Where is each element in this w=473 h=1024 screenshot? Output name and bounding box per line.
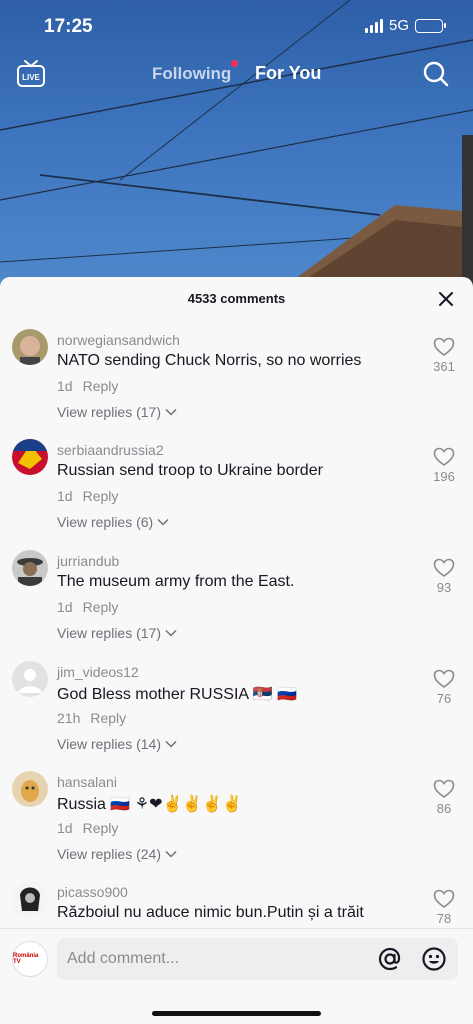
heart-icon	[433, 889, 455, 908]
reply-button[interactable]: Reply	[90, 710, 126, 726]
comment-item: picasso900 Războiul nu aduce nimic bun.P…	[0, 881, 473, 927]
chevron-down-icon	[165, 740, 177, 748]
reply-button[interactable]: Reply	[83, 599, 119, 615]
comment-time: 21h	[57, 710, 81, 726]
avatar[interactable]	[12, 329, 48, 365]
status-time: 17:25	[44, 16, 93, 37]
view-replies-button[interactable]: View replies (17)	[57, 404, 177, 420]
comment-time: 1d	[57, 488, 73, 504]
comment-input-box[interactable]	[57, 938, 458, 980]
network-type: 5G	[388, 17, 409, 34]
comment-input[interactable]	[67, 938, 367, 980]
emoji-icon[interactable]	[421, 946, 447, 972]
comments-sheet: 4533 comments norwegiansandwich NATO sen…	[0, 277, 473, 1024]
status-bar: 17:25 5G	[0, 0, 473, 54]
view-replies-button[interactable]: View replies (17)	[57, 625, 177, 641]
close-icon[interactable]	[437, 290, 455, 308]
comment-username[interactable]: serbiaandrussia2	[57, 442, 164, 458]
top-navigation: LIVE Following For You	[0, 56, 473, 92]
avatar[interactable]	[12, 550, 48, 586]
comment-item: jurriandub The museum army from the East…	[0, 550, 473, 660]
comment-meta: 1d Reply	[57, 820, 118, 836]
view-replies-button[interactable]: View replies (24)	[57, 846, 177, 862]
chevron-down-icon	[165, 629, 177, 637]
comment-item: serbiaandrussia2 Russian send troop to U…	[0, 439, 473, 549]
comments-header: 4533 comments	[0, 277, 473, 321]
comment-text: God Bless mother RUSSIA 🇷🇸 🇷🇺	[57, 686, 297, 703]
avatar[interactable]	[12, 439, 48, 475]
like-count: 86	[436, 801, 452, 816]
notification-dot	[231, 60, 238, 67]
heart-icon	[433, 669, 455, 688]
reply-button[interactable]: Reply	[83, 820, 119, 836]
battery-icon	[415, 18, 446, 33]
comment-username[interactable]: jim_videos12	[57, 664, 139, 680]
view-replies-label: View replies (24)	[57, 846, 162, 862]
live-icon[interactable]: LIVE	[16, 58, 46, 88]
like-button[interactable]: 76	[431, 669, 457, 706]
like-button[interactable]: 196	[431, 447, 457, 484]
home-indicator	[152, 1011, 321, 1016]
view-replies-label: View replies (17)	[57, 404, 162, 420]
view-replies-button[interactable]: View replies (6)	[57, 514, 169, 530]
chevron-down-icon	[165, 408, 177, 416]
comment-composer: România TV	[0, 928, 473, 1024]
chevron-down-icon	[165, 850, 177, 858]
view-replies-label: View replies (17)	[57, 625, 162, 641]
user-avatar[interactable]: România TV	[12, 941, 48, 977]
reply-button[interactable]: Reply	[83, 378, 119, 394]
comment-username[interactable]: hansalani	[57, 774, 117, 790]
comment-text: Războiul nu aduce nimic bun.Putin și a t…	[57, 904, 364, 921]
comment-time: 1d	[57, 378, 73, 394]
comment-meta: 1d Reply	[57, 488, 118, 504]
search-icon[interactable]	[422, 60, 450, 88]
comment-text: Russian send troop to Ukraine border	[57, 462, 323, 479]
comment-text: Russia 🇷🇺 ⚘❤✌✌✌✌	[57, 796, 243, 813]
avatar[interactable]	[12, 771, 48, 807]
like-count: 76	[436, 691, 452, 706]
comment-meta: 21h Reply	[57, 710, 126, 726]
comment-item: norwegiansandwich NATO sending Chuck Nor…	[0, 329, 473, 439]
heart-icon	[433, 558, 455, 577]
at-icon[interactable]	[377, 946, 403, 972]
like-button[interactable]: 361	[431, 337, 457, 374]
user-avatar-label: România TV	[13, 953, 39, 965]
like-count: 361	[433, 359, 455, 374]
tab-following[interactable]: Following	[152, 64, 231, 84]
comment-item: jim_videos12 God Bless mother RUSSIA 🇷🇸 …	[0, 661, 473, 771]
view-replies-label: View replies (14)	[57, 736, 162, 752]
view-replies-button[interactable]: View replies (14)	[57, 736, 177, 752]
live-label: LIVE	[22, 73, 40, 82]
like-count: 93	[436, 580, 452, 595]
heart-icon	[433, 447, 455, 466]
like-count: 196	[433, 469, 455, 484]
comment-username[interactable]: norwegiansandwich	[57, 332, 180, 348]
avatar[interactable]	[12, 881, 48, 917]
like-button[interactable]: 78	[431, 889, 457, 926]
tab-for-you[interactable]: For You	[255, 63, 321, 84]
status-indicators: 5G	[364, 17, 446, 34]
like-button[interactable]: 86	[431, 779, 457, 816]
comment-username[interactable]: jurriandub	[57, 553, 119, 569]
avatar[interactable]	[12, 661, 48, 697]
comment-meta: 1d Reply	[57, 599, 118, 615]
chevron-down-icon	[157, 518, 169, 526]
comment-username[interactable]: picasso900	[57, 884, 128, 900]
reply-button[interactable]: Reply	[83, 488, 119, 504]
comment-time: 1d	[57, 599, 73, 615]
heart-icon	[433, 779, 455, 798]
view-replies-label: View replies (6)	[57, 514, 154, 530]
comment-text: The museum army from the East.	[57, 573, 295, 590]
like-count: 78	[436, 911, 452, 926]
comment-time: 1d	[57, 820, 73, 836]
heart-icon	[433, 337, 455, 356]
like-button[interactable]: 93	[431, 558, 457, 595]
comment-item: hansalani Russia 🇷🇺 ⚘❤✌✌✌✌ 1d Reply View …	[0, 771, 473, 881]
comment-text: NATO sending Chuck Norris, so no worries	[57, 352, 362, 369]
comment-count: 4533 comments	[187, 291, 286, 306]
comment-meta: 1d Reply	[57, 378, 118, 394]
signal-icon	[364, 18, 383, 33]
